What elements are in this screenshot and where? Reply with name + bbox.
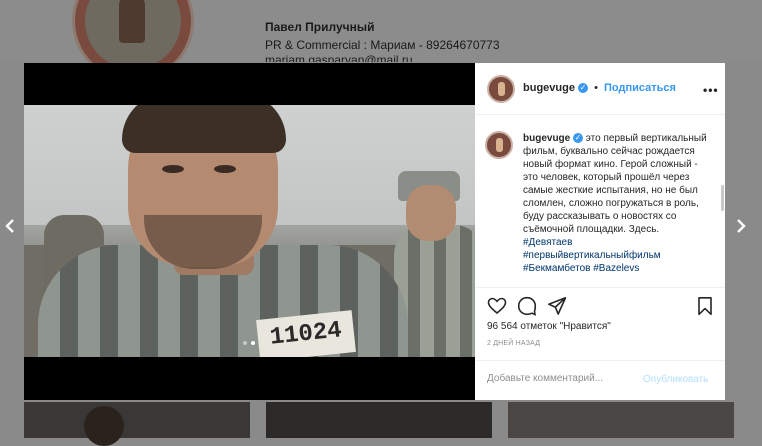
comment-input[interactable] [487,373,637,384]
ellipsis-icon[interactable]: ••• [703,83,719,97]
author-avatar[interactable] [487,75,515,103]
verified-badge-icon: ✓ [573,133,584,144]
caption-username[interactable]: bugevuge [523,133,570,144]
next-post-icon[interactable] [734,219,748,233]
bookmark-icon[interactable] [695,296,715,316]
hashtag-link[interactable]: #Бекмамбетов [523,263,590,274]
caption-author-avatar[interactable] [485,131,513,159]
profile-full-name: Павел Прилучный [265,20,375,34]
profile-header-background: Павел Прилучный PR & Commercial : Мариам… [0,0,762,82]
caption-scrollbar[interactable] [721,185,724,211]
post-side-panel: bugevuge ✓ • Подписаться ••• bugevuge ✓ … [475,63,725,400]
carousel-dot [243,341,247,345]
post-media[interactable]: 11024 [24,63,475,400]
profile-bio-line: PR & Commercial : Мариам - 89264670773 [265,38,500,52]
caption-text: это первый вертикальный фильм, буквально… [523,133,707,235]
post-caption: bugevuge ✓ это первый вертикальный фильм… [475,115,725,288]
comment-bar: Опубликовать [475,360,725,401]
grid-thumbnail [266,402,492,438]
likes-count[interactable]: 96 564 отметок "Нравится" [487,321,611,332]
grid-thumbnail [24,402,250,446]
hashtag-link[interactable]: #Девятаев [523,237,572,248]
share-icon[interactable] [547,296,567,316]
post-video[interactable]: 11024 [24,105,475,357]
carousel-indicator [243,341,255,345]
comment-icon[interactable] [517,296,537,316]
header-separator: • [594,82,598,94]
carousel-dot-active [251,341,255,345]
hashtag-link[interactable]: #первыйвертикальныйфильм [523,250,661,261]
previous-post-icon[interactable] [3,219,17,233]
post-date[interactable]: 2 ДНЕЙ НАЗАД [487,340,540,347]
profile-bio-email: mariam.gasparyan@mail.ru [265,54,413,62]
heart-icon[interactable] [487,296,507,316]
hashtag-link[interactable]: #Bazelevs [593,263,639,274]
follow-button[interactable]: Подписаться [604,82,676,94]
author-username[interactable]: bugevuge [523,82,575,94]
grid-thumbnail [508,402,734,438]
publish-comment-button[interactable]: Опубликовать [643,374,708,385]
verified-badge-icon: ✓ [578,83,589,94]
post-actions [487,296,715,318]
post-header: bugevuge ✓ • Подписаться ••• [475,63,725,115]
